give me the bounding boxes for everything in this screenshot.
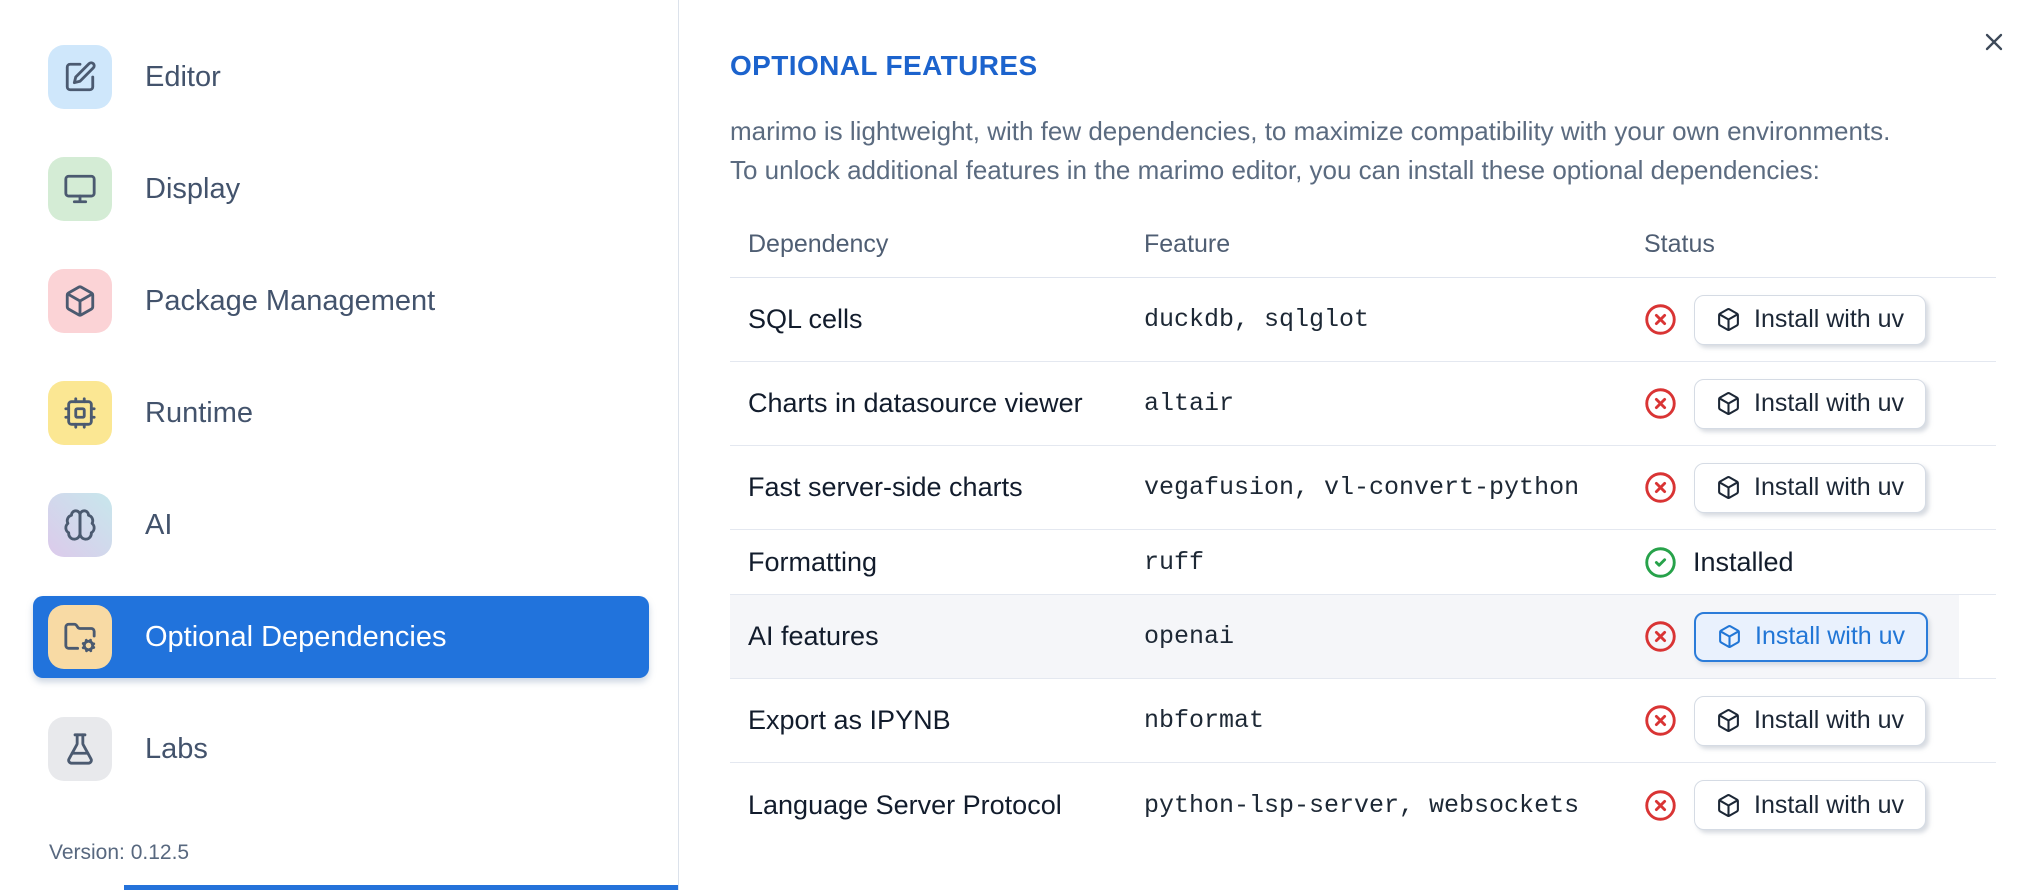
column-header-status: Status bbox=[1644, 230, 1715, 258]
box-icon bbox=[1716, 793, 1741, 818]
description: marimo is lightweight, with few dependen… bbox=[730, 112, 1890, 190]
feature-cell: python-lsp-server, websockets bbox=[1144, 790, 1580, 820]
install-button-label: Install with uv bbox=[1754, 305, 1905, 333]
folder-cog-icon bbox=[48, 605, 112, 669]
sidebar-item-labs[interactable]: Labs bbox=[33, 708, 649, 790]
description-line-1: marimo is lightweight, with few dependen… bbox=[730, 116, 1891, 146]
installed-check-icon bbox=[1644, 546, 1677, 579]
settings-sidebar: Editor Display Package Management Runtim… bbox=[0, 0, 679, 890]
column-header-feature: Feature bbox=[1144, 230, 1231, 258]
table-row: AI features openai Install with uv bbox=[730, 595, 1996, 679]
status-cell: Installed bbox=[1626, 546, 1996, 579]
close-icon bbox=[1980, 28, 2008, 56]
sidebar-item-optional-dependencies[interactable]: Optional Dependencies bbox=[33, 596, 649, 678]
monitor-icon bbox=[48, 157, 112, 221]
dependency-cell: SQL cells bbox=[748, 304, 863, 334]
dependency-cell: Formatting bbox=[748, 546, 878, 577]
description-line-2: To unlock additional features in the mar… bbox=[730, 155, 1820, 185]
sidebar-item-label: Runtime bbox=[145, 396, 253, 429]
flask-icon bbox=[48, 717, 112, 781]
status-cell: Install with uv bbox=[1626, 378, 1996, 429]
dependency-cell: Charts in datasource viewer bbox=[748, 388, 1083, 418]
installed-label: Installed bbox=[1693, 546, 1794, 577]
sidebar-item-label: Display bbox=[145, 172, 241, 205]
install-button-label: Install with uv bbox=[1754, 790, 1905, 819]
not-installed-icon bbox=[1644, 789, 1677, 822]
sidebar-item-label: Package Management bbox=[145, 284, 436, 317]
not-installed-icon bbox=[1644, 620, 1677, 653]
square-pen-icon bbox=[48, 45, 112, 109]
install-button-label: Install with uv bbox=[1754, 706, 1905, 734]
dependency-cell: Export as IPYNB bbox=[748, 705, 951, 735]
table-row: Formatting ruff Installed bbox=[730, 530, 1996, 595]
feature-cell: vegafusion, vl-convert-python bbox=[1144, 473, 1580, 502]
version-label: Version: 0.12.5 bbox=[49, 841, 190, 864]
dependency-cell: Language Server Protocol bbox=[748, 789, 1062, 820]
close-button[interactable] bbox=[1976, 24, 2012, 60]
box-icon bbox=[1717, 624, 1742, 649]
sidebar-item-package-management[interactable]: Package Management bbox=[33, 260, 649, 342]
box-icon bbox=[1716, 708, 1741, 733]
table-row: Fast server-side charts vegafusion, vl-c… bbox=[730, 446, 1996, 530]
box-icon bbox=[1716, 475, 1741, 500]
feature-cell: nbformat bbox=[1144, 706, 1265, 735]
install-button-label: Install with uv bbox=[1755, 622, 1906, 650]
sidebar-item-runtime[interactable]: Runtime bbox=[33, 372, 649, 454]
dependency-cell: Fast server-side charts bbox=[748, 472, 1023, 502]
sidebar-item-label: Optional Dependencies bbox=[145, 620, 447, 653]
install-with-uv-button[interactable]: Install with uv bbox=[1694, 378, 1927, 429]
cpu-icon bbox=[48, 381, 112, 445]
status-cell: Install with uv bbox=[1626, 780, 1996, 830]
not-installed-icon bbox=[1644, 387, 1677, 420]
status-cell: Install with uv bbox=[1626, 294, 1996, 345]
not-installed-icon bbox=[1644, 303, 1677, 336]
not-installed-icon bbox=[1644, 471, 1677, 504]
sidebar-item-ai[interactable]: AI bbox=[33, 484, 649, 566]
table-row: SQL cells duckdb, sqlglot Install with u… bbox=[730, 278, 1996, 362]
package-icon bbox=[48, 269, 112, 333]
feature-cell: altair bbox=[1144, 389, 1235, 418]
sidebar-item-editor[interactable]: Editor bbox=[33, 36, 649, 118]
install-with-uv-button[interactable]: Install with uv bbox=[1694, 462, 1927, 513]
install-with-uv-button[interactable]: Install with uv bbox=[1694, 780, 1927, 830]
table-body: SQL cells duckdb, sqlglot Install with u… bbox=[730, 278, 1996, 847]
install-button-label: Install with uv bbox=[1754, 473, 1905, 501]
sidebar-item-label: AI bbox=[145, 508, 173, 541]
sidebar-nav: Editor Display Package Management Runtim… bbox=[33, 36, 649, 790]
table-row: Charts in datasource viewer altair Insta… bbox=[730, 362, 1996, 446]
status-cell: Install with uv bbox=[1626, 695, 1996, 746]
feature-cell: duckdb, sqlglot bbox=[1144, 305, 1370, 334]
install-with-uv-button[interactable]: Install with uv bbox=[1694, 611, 1929, 662]
install-button-label: Install with uv bbox=[1754, 389, 1905, 417]
column-header-dependency: Dependency bbox=[748, 230, 889, 258]
box-icon bbox=[1716, 391, 1741, 416]
sidebar-item-label: Labs bbox=[145, 732, 208, 765]
not-installed-icon bbox=[1644, 704, 1677, 737]
status-cell: Install with uv bbox=[1626, 611, 1996, 662]
bottom-accent-bar bbox=[124, 885, 678, 890]
table-row: Export as IPYNB nbformat Install with uv bbox=[730, 679, 1996, 763]
dependency-cell: AI features bbox=[748, 621, 879, 651]
status-cell: Install with uv bbox=[1626, 462, 1996, 513]
dependencies-table: Dependency Feature Status SQL cells duck… bbox=[730, 212, 1996, 847]
feature-cell: openai bbox=[1144, 622, 1235, 651]
install-with-uv-button[interactable]: Install with uv bbox=[1694, 695, 1927, 746]
table-header-row: Dependency Feature Status bbox=[730, 212, 1996, 278]
optional-features-panel: OPTIONAL FEATURES marimo is lightweight,… bbox=[680, 0, 2042, 890]
table-row: Language Server Protocol python-lsp-serv… bbox=[730, 763, 1996, 847]
settings-dialog: { "sidebar": { "items": [ { "label": "Ed… bbox=[0, 0, 2042, 890]
install-with-uv-button[interactable]: Install with uv bbox=[1694, 294, 1927, 345]
box-icon bbox=[1716, 307, 1741, 332]
brain-icon bbox=[48, 493, 112, 557]
sidebar-item-label: Editor bbox=[145, 60, 221, 93]
page-title: OPTIONAL FEATURES bbox=[730, 50, 1038, 81]
feature-cell: ruff bbox=[1144, 547, 1205, 577]
sidebar-item-display[interactable]: Display bbox=[33, 148, 649, 230]
